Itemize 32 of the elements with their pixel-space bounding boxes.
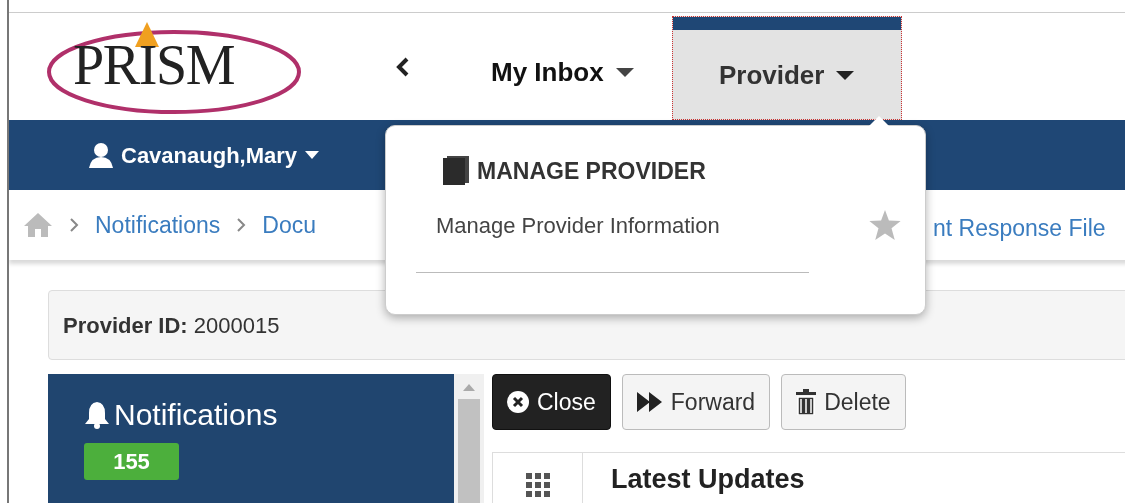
provider-id-text: Provider ID: 2000015 [63, 311, 280, 340]
user-icon [89, 142, 113, 168]
breadcrumb-link[interactable]: nt Response File [933, 211, 1106, 246]
breadcrumb-link[interactable]: Docu [262, 207, 316, 243]
forward-button[interactable]: Forward [621, 374, 771, 430]
close-icon [507, 391, 529, 413]
back-chevron-icon[interactable] [395, 56, 411, 77]
user-menu-button[interactable]: Cavanaugh,Mary [89, 138, 320, 172]
scroll-up-icon[interactable] [463, 384, 476, 391]
close-button[interactable]: Close [492, 374, 611, 430]
caret-icon [615, 67, 634, 77]
dropdown-heading: MANAGE PROVIDER [477, 157, 706, 186]
trash-icon [796, 389, 817, 415]
menu-item[interactable]: Manage Provider Information [436, 208, 720, 242]
breadcrumb-link[interactable]: Notifications [95, 207, 221, 243]
grid-icon [525, 473, 550, 497]
scrollbar[interactable] [454, 374, 484, 503]
panel-title: Latest Updates [611, 463, 805, 496]
chevron-icon [69, 217, 79, 233]
count-badge: 155 [84, 443, 179, 480]
chevron-icon [236, 217, 247, 233]
caret-icon [305, 151, 320, 159]
sidebar-heading[interactable]: Notifications [114, 392, 278, 437]
nav-tab[interactable]: Provider [671, 16, 902, 120]
caret-icon [836, 70, 855, 80]
delete-button[interactable]: Delete [781, 374, 906, 430]
book-icon [441, 156, 469, 187]
nav-tab[interactable]: My Inbox [489, 16, 636, 120]
star-icon[interactable] [869, 210, 901, 240]
fast-forward-icon [636, 392, 663, 412]
home-icon[interactable] [23, 212, 53, 238]
bell-icon [84, 400, 110, 429]
